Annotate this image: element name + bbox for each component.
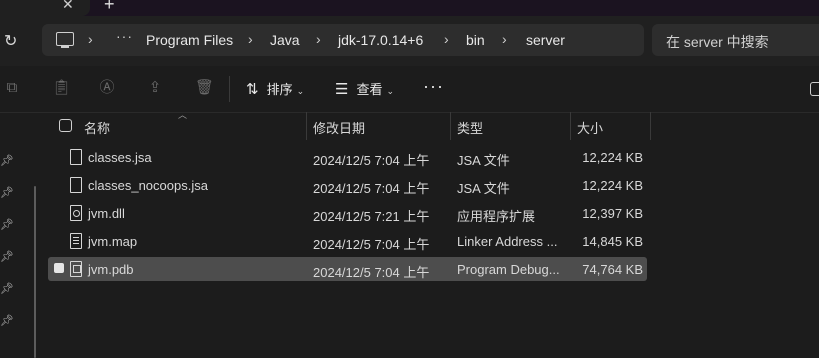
file-size: 12,224 KB bbox=[582, 150, 643, 165]
file-type: JSA 文件 bbox=[457, 153, 510, 168]
chevron-down-icon: ⌄ bbox=[296, 86, 305, 96]
tab-strip: ✕ + bbox=[0, 0, 819, 16]
view-icon: ☰ bbox=[335, 81, 349, 98]
file-modified: 2024/12/5 7:04 上午 bbox=[313, 237, 430, 252]
select-all-checkbox[interactable] bbox=[59, 119, 72, 132]
breadcrumb-item[interactable]: Program Files bbox=[146, 32, 233, 48]
address-row: ↻ › ··· Program Files › Java › jdk-17.0.… bbox=[0, 16, 819, 66]
column-header-row: ︿ 名称 修改日期 类型 大小 bbox=[48, 110, 819, 140]
breadcrumb-item[interactable]: bin bbox=[466, 32, 485, 48]
file-modified: 2024/12/5 7:21 上午 bbox=[313, 209, 430, 224]
search-placeholder: 在 server 中搜索 bbox=[666, 34, 769, 50]
refresh-icon[interactable]: ↻ bbox=[4, 31, 17, 51]
breadcrumb-overflow-button[interactable]: ··· bbox=[116, 28, 133, 44]
sort-label: 排序 bbox=[266, 82, 293, 97]
column-divider[interactable] bbox=[650, 112, 651, 140]
file-modified: 2024/12/5 7:04 上午 bbox=[313, 153, 430, 168]
delete-icon[interactable]: 🗑︎ bbox=[195, 80, 214, 96]
pin-icon[interactable]: 📌︎ bbox=[0, 250, 14, 263]
address-bar[interactable]: › ··· Program Files › Java › jdk-17.0.14… bbox=[42, 24, 644, 56]
command-bar: ⧉ 📋︎ Ⓐ ⇪ 🗑︎ ⇅ 排序 ⌄ ☰ 查看 ⌄ ··· bbox=[0, 66, 819, 113]
pdb-file-icon bbox=[70, 261, 82, 277]
file-size: 12,397 KB bbox=[582, 206, 643, 221]
chevron-right-icon[interactable]: › bbox=[88, 31, 93, 47]
pin-icon[interactable]: 📌︎ bbox=[0, 154, 14, 167]
breadcrumb-item-current[interactable]: server bbox=[526, 32, 565, 48]
details-pane-icon[interactable] bbox=[810, 82, 819, 96]
column-header-modified[interactable]: 修改日期 bbox=[313, 118, 365, 137]
column-divider[interactable] bbox=[570, 112, 571, 140]
column-divider[interactable] bbox=[306, 112, 307, 140]
rename-icon[interactable]: Ⓐ bbox=[99, 80, 115, 96]
file-row[interactable]: jvm.dll 2024/12/5 7:21 上午 应用程序扩展 12,397 … bbox=[48, 201, 647, 225]
chevron-right-icon[interactable]: › bbox=[248, 31, 253, 47]
column-header-name[interactable]: 名称 bbox=[84, 118, 110, 137]
file-row[interactable]: classes_nocoops.jsa 2024/12/5 7:04 上午 JS… bbox=[48, 173, 647, 197]
share-icon[interactable]: ⇪ bbox=[147, 80, 163, 96]
copy-icon[interactable]: ⧉ bbox=[4, 80, 20, 96]
pin-icon[interactable]: 📌︎ bbox=[0, 282, 14, 295]
dll-file-icon bbox=[70, 205, 82, 221]
chevron-right-icon[interactable]: › bbox=[444, 31, 449, 47]
column-header-type[interactable]: 类型 bbox=[457, 118, 483, 137]
column-divider[interactable] bbox=[450, 112, 451, 140]
sort-button[interactable]: ⇅ 排序 ⌄ bbox=[246, 79, 304, 98]
file-row-selected[interactable]: jvm.pdb 2024/12/5 7:04 上午 Program Debug.… bbox=[48, 257, 647, 281]
close-tab-icon[interactable]: ✕ bbox=[62, 0, 74, 13]
file-size: 12,224 KB bbox=[582, 178, 643, 193]
view-label: 查看 bbox=[356, 82, 383, 97]
file-icon bbox=[70, 149, 82, 165]
file-name: classes.jsa bbox=[88, 150, 152, 165]
view-button[interactable]: ☰ 查看 ⌄ bbox=[335, 79, 394, 98]
nav-scrollbar[interactable] bbox=[34, 186, 36, 358]
file-type: 应用程序扩展 bbox=[457, 209, 536, 224]
file-name: jvm.pdb bbox=[88, 262, 134, 277]
file-icon bbox=[70, 177, 82, 193]
chevron-right-icon[interactable]: › bbox=[316, 31, 321, 47]
file-row[interactable]: classes.jsa 2024/12/5 7:04 上午 JSA 文件 12,… bbox=[48, 145, 647, 169]
file-size: 14,845 KB bbox=[582, 234, 643, 249]
sort-ascending-icon: ︿ bbox=[178, 110, 188, 120]
chevron-down-icon: ⌄ bbox=[386, 86, 395, 96]
navigation-pane: 📌︎ 📌︎ 📌︎ 📌︎ 📌︎ 📌︎ bbox=[0, 112, 40, 358]
file-name: classes_nocoops.jsa bbox=[88, 178, 208, 193]
sort-icon: ⇅ bbox=[246, 81, 259, 98]
breadcrumb-item[interactable]: Java bbox=[270, 32, 300, 48]
toolbar-divider bbox=[229, 76, 230, 102]
breadcrumb-item[interactable]: jdk-17.0.14+6 bbox=[338, 32, 423, 48]
file-modified: 2024/12/5 7:04 上午 bbox=[313, 181, 430, 196]
file-name: jvm.map bbox=[88, 234, 138, 249]
new-tab-button[interactable]: + bbox=[104, 0, 115, 15]
file-name: jvm.dll bbox=[88, 206, 125, 221]
pin-icon[interactable]: 📌︎ bbox=[0, 218, 14, 231]
this-pc-icon[interactable] bbox=[56, 32, 74, 48]
file-type: JSA 文件 bbox=[457, 181, 510, 196]
pin-icon[interactable]: 📌︎ bbox=[0, 186, 14, 199]
chevron-right-icon[interactable]: › bbox=[502, 31, 507, 47]
search-input[interactable]: 在 server 中搜索 bbox=[652, 24, 819, 56]
paste-icon[interactable]: 📋︎ bbox=[52, 80, 71, 96]
more-options-button[interactable]: ··· bbox=[423, 76, 444, 97]
file-modified: 2024/12/5 7:04 上午 bbox=[313, 265, 430, 280]
pin-icon[interactable]: 📌︎ bbox=[0, 314, 14, 327]
file-row[interactable]: jvm.map 2024/12/5 7:04 上午 Linker Address… bbox=[48, 229, 647, 253]
file-size: 74,764 KB bbox=[582, 262, 643, 277]
text-file-icon bbox=[70, 233, 82, 249]
column-header-size[interactable]: 大小 bbox=[577, 118, 603, 137]
active-tab[interactable]: ✕ bbox=[0, 0, 90, 16]
row-checkbox[interactable] bbox=[54, 263, 64, 273]
